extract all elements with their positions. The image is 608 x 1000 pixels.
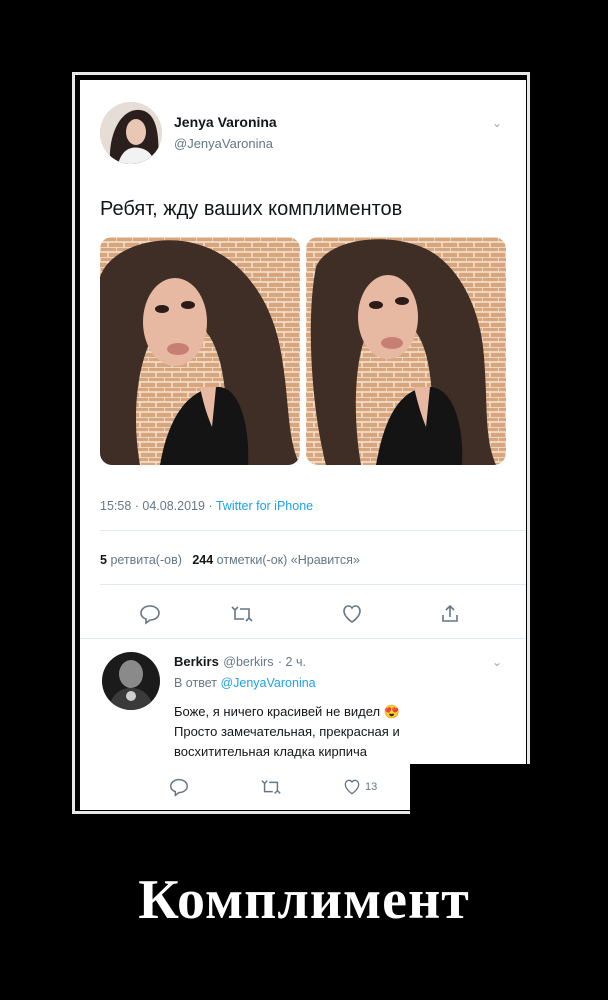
share-icon[interactable] xyxy=(438,602,462,626)
reply-line-2: Просто замечательная, прекрасная и xyxy=(174,724,400,739)
reply-time: · 2 ч. xyxy=(277,655,306,669)
tweet-timestamp: 15:58 · 04.08.2019 · Twitter for iPhone xyxy=(100,499,313,513)
author-name[interactable]: Jenya Varonina xyxy=(174,114,277,130)
tweet-time-date: 15:58 · 04.08.2019 · xyxy=(100,499,216,513)
tweet-photo-right[interactable] xyxy=(306,237,506,465)
reply-line-1: Боже, я ничего красивей не видел 😍 xyxy=(174,702,514,722)
tweet-photo-left[interactable] xyxy=(100,237,300,465)
tweet-screenshot: Jenya Varonina @JenyaVaronina ⌄ Ребят, ж… xyxy=(80,80,526,810)
like-icon[interactable] xyxy=(340,602,364,626)
reply-line-3: восхитительная кладка кирпича xyxy=(174,744,368,759)
black-overlay-box xyxy=(410,764,534,820)
retweets-count[interactable]: 5 xyxy=(100,553,107,567)
divider xyxy=(80,638,526,639)
divider xyxy=(100,584,526,585)
reply-to-prefix: В ответ xyxy=(174,676,217,690)
reply-header: Berkirs @berkirs · 2 ч. xyxy=(174,653,306,671)
tweet-text: Ребят, жду ваших комплиментов xyxy=(100,198,403,220)
reply-to-line: В ответ @JenyaVaronina xyxy=(174,676,316,690)
reply-to-handle[interactable]: @JenyaVaronina xyxy=(220,676,315,690)
likes-count[interactable]: 244 xyxy=(192,553,213,567)
divider xyxy=(100,530,526,531)
reply-text: Боже, я ничего красивей не видел 😍 Прост… xyxy=(174,702,514,762)
reply-retweet-icon[interactable] xyxy=(260,776,284,800)
reply-line-1-text: Боже, я ничего красивей не видел xyxy=(174,704,381,719)
retweet-icon[interactable] xyxy=(230,602,254,626)
likes-label[interactable]: отметки(-ок) «Нравится» xyxy=(217,553,360,567)
tweet-stats: 5 ретвита(-ов) 244 отметки(-ок) «Нравитс… xyxy=(100,553,360,567)
tweet-source-link[interactable]: Twitter for iPhone xyxy=(216,499,313,513)
heart-eyes-emoji-icon: 😍 xyxy=(383,704,400,719)
author-avatar[interactable] xyxy=(100,102,162,164)
reply-author-avatar[interactable] xyxy=(102,652,160,710)
reply-author-handle[interactable]: @berkirs xyxy=(223,655,273,669)
reply-icon[interactable] xyxy=(138,602,162,626)
chevron-down-icon[interactable]: ⌄ xyxy=(492,655,502,669)
reply-reply-icon[interactable] xyxy=(168,776,192,800)
author-handle[interactable]: @JenyaVaronina xyxy=(174,136,273,151)
reply-like-count: 13 xyxy=(365,781,378,793)
reply-like[interactable]: 13 xyxy=(342,777,377,797)
chevron-down-icon[interactable]: ⌄ xyxy=(492,116,502,130)
reply-like-icon[interactable] xyxy=(342,777,362,797)
demotivator-caption: Комплимент xyxy=(138,869,470,931)
reply-author-name[interactable]: Berkirs xyxy=(174,654,219,669)
retweets-label[interactable]: ретвита(-ов) xyxy=(110,553,181,567)
